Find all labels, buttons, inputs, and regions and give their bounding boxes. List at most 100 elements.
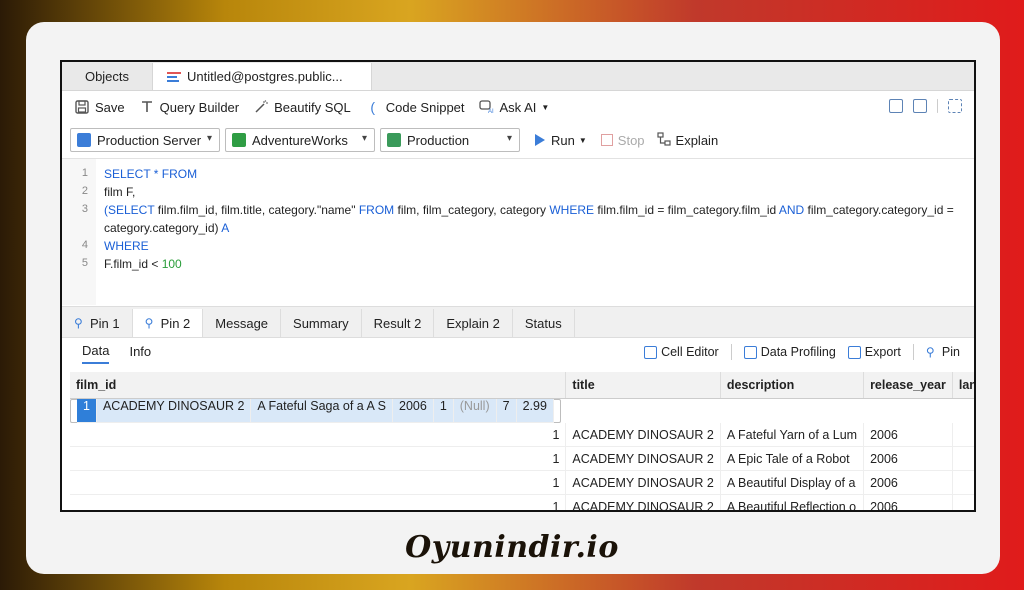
server-select[interactable]: Production Server ▾ <box>70 128 220 152</box>
table-cell[interactable]: A Fateful Saga of a A S <box>251 399 393 423</box>
table-cell[interactable]: ACADEMY DINOSAUR 2 <box>96 399 252 423</box>
column-header[interactable]: film_id <box>70 372 567 399</box>
beautify-sql-button[interactable]: Beautify SQL <box>253 99 351 115</box>
table-cell[interactable]: A Fateful Yarn of a Lum <box>720 423 865 447</box>
split-horizontal-icon[interactable] <box>889 99 903 113</box>
save-button[interactable]: Save <box>74 99 125 115</box>
magic-wand-icon <box>253 99 269 115</box>
tab-message[interactable]: Message <box>203 309 282 337</box>
data-profiling-button[interactable]: Data Profiling <box>743 345 836 359</box>
sql-text: film, film_category, category <box>394 203 550 217</box>
data-profiling-label: Data Profiling <box>760 345 836 359</box>
table-cell[interactable]: 1 <box>77 399 97 423</box>
ai-assistant-icon: AI <box>478 99 495 115</box>
sql-keyword: WHERE <box>104 239 149 253</box>
table-cell[interactable]: ACADEMY DINOSAUR 2 <box>565 470 721 495</box>
table-row[interactable]: 1 ACADEMY DINOSAUR 2A Beautiful Reflectio… <box>70 494 974 510</box>
tab-explain-2[interactable]: Explain 2 <box>434 309 513 337</box>
tab-pin-1[interactable]: ⚲ Pin 1 <box>62 309 133 337</box>
sql-number: 100 <box>161 257 182 271</box>
fullscreen-icon[interactable] <box>948 99 962 113</box>
ask-ai-label: Ask AI <box>499 99 537 115</box>
cell-editor-button[interactable]: Cell Editor <box>644 345 719 359</box>
table-cell[interactable]: 1 <box>70 494 567 510</box>
column-header[interactable]: language_id <box>952 372 974 399</box>
table-cell[interactable]: A Epic Tale of a Robot <box>720 446 865 471</box>
table-cell[interactable]: (Null) <box>453 399 497 423</box>
database-value: AdventureWorks <box>252 132 348 148</box>
table-cell[interactable]: 1 <box>952 470 974 495</box>
pencil-icon <box>644 345 658 359</box>
schema-select[interactable]: Production ▾ <box>380 128 520 152</box>
sql-editor[interactable]: 1 SELECT * FROM 2 film F, 3 (SELECT film… <box>62 158 974 305</box>
table-cell[interactable]: ACADEMY DINOSAUR 2 <box>565 446 721 471</box>
tab-status[interactable]: Status <box>513 309 575 337</box>
table-cell[interactable]: 1 <box>70 423 567 447</box>
query-builder-button[interactable]: Query Builder <box>139 99 239 115</box>
table-cell[interactable]: 1 <box>952 423 974 447</box>
table-row[interactable]: 1 ACADEMY DINOSAUR 2A Beautiful Display o… <box>70 470 974 495</box>
divider <box>730 344 732 360</box>
database-icon <box>232 133 246 147</box>
table-cell[interactable]: 1 <box>952 494 974 510</box>
tab-query[interactable]: Untitled@postgres.public... <box>152 63 372 90</box>
table-cell[interactable]: ACADEMY DINOSAUR 2 <box>565 423 721 447</box>
column-header[interactable]: release_year <box>863 372 953 399</box>
sql-text: film_category.category_id = <box>804 203 954 217</box>
table-row[interactable]: 1 ACADEMY DINOSAUR 2A Fateful Saga of a A… <box>70 399 561 423</box>
tab-data[interactable]: Data <box>82 343 110 364</box>
document-tabstrip: Objects Untitled@postgres.public... <box>62 62 974 91</box>
table-cell[interactable]: A Beautiful Display of a <box>720 470 865 495</box>
table-cell[interactable]: 1 <box>70 446 567 471</box>
table-row[interactable]: 1 ACADEMY DINOSAUR 2A Epic Tale of a Robo… <box>70 446 974 471</box>
explain-button[interactable]: Explain <box>656 131 719 149</box>
table-cell[interactable]: 1 <box>952 446 974 471</box>
caret-down-icon: ▼ <box>578 135 587 145</box>
line-number: 1 <box>81 167 88 179</box>
table-cell[interactable]: 1 <box>433 399 454 423</box>
export-button[interactable]: Export <box>847 345 901 359</box>
code-snippet-button[interactable]: ( Code Snippet <box>365 99 465 115</box>
server-icon <box>77 133 91 147</box>
pin-button[interactable]: ⚲ Pin <box>926 345 960 359</box>
editor-toolbar: Save Query Builder Beautify SQL ( Code S… <box>62 91 974 123</box>
table-cell[interactable]: 7 <box>496 399 517 423</box>
table-cell[interactable]: 2006 <box>863 494 953 510</box>
result-grid: film_idtitledescriptionrelease_yearlangu… <box>70 372 974 510</box>
tab-result-2[interactable]: Result 2 <box>362 309 435 337</box>
table-row[interactable]: 1 ACADEMY DINOSAUR 2A Fateful Yarn of a L… <box>70 423 974 447</box>
line-number: 2 <box>81 185 88 197</box>
table-cell[interactable]: A Beautiful Reflection o <box>720 494 865 510</box>
run-button[interactable]: Run ▼ <box>535 133 587 148</box>
schema-value: Production <box>407 132 470 148</box>
schema-icon <box>387 133 401 147</box>
line-number: 4 <box>81 239 88 251</box>
tab-pin-2[interactable]: ⚲ Pin 2 <box>132 309 204 337</box>
sql-text: film.film_id = film_category.film_id <box>594 203 779 217</box>
ask-ai-button[interactable]: AI Ask AI ▼ <box>478 99 550 115</box>
table-cell[interactable]: 2006 <box>393 399 434 423</box>
caret-down-icon: ▼ <box>541 102 550 112</box>
split-vertical-icon[interactable] <box>913 99 927 113</box>
tab-summary[interactable]: Summary <box>281 309 362 337</box>
stop-button[interactable]: Stop <box>587 133 645 148</box>
table-cell[interactable]: 2.99 <box>516 399 554 423</box>
table-cell[interactable]: 2006 <box>863 446 953 471</box>
table-cell[interactable]: 1 <box>70 470 567 495</box>
column-header[interactable]: description <box>720 372 865 399</box>
explain-icon <box>656 131 671 149</box>
column-header[interactable]: title <box>565 372 721 399</box>
table-cell[interactable]: ACADEMY DINOSAUR 2 <box>565 494 721 510</box>
table-cell[interactable]: 2006 <box>863 423 953 447</box>
chevron-down-icon: ▾ <box>506 133 512 144</box>
tab-info[interactable]: Info <box>129 344 151 363</box>
pin-icon: ⚲ <box>74 316 83 330</box>
database-select[interactable]: AdventureWorks ▾ <box>225 128 375 152</box>
tab-objects[interactable]: Objects <box>62 63 152 90</box>
explain-label: Explain <box>675 132 719 148</box>
data-toolbar: Cell Editor Data Profiling Export ⚲ Pin <box>644 344 960 360</box>
table-cell[interactable]: 2006 <box>863 470 953 495</box>
code-snippet-label: Code Snippet <box>385 99 465 115</box>
pin-icon: ⚲ <box>925 345 935 359</box>
stop-label: Stop <box>617 132 645 148</box>
